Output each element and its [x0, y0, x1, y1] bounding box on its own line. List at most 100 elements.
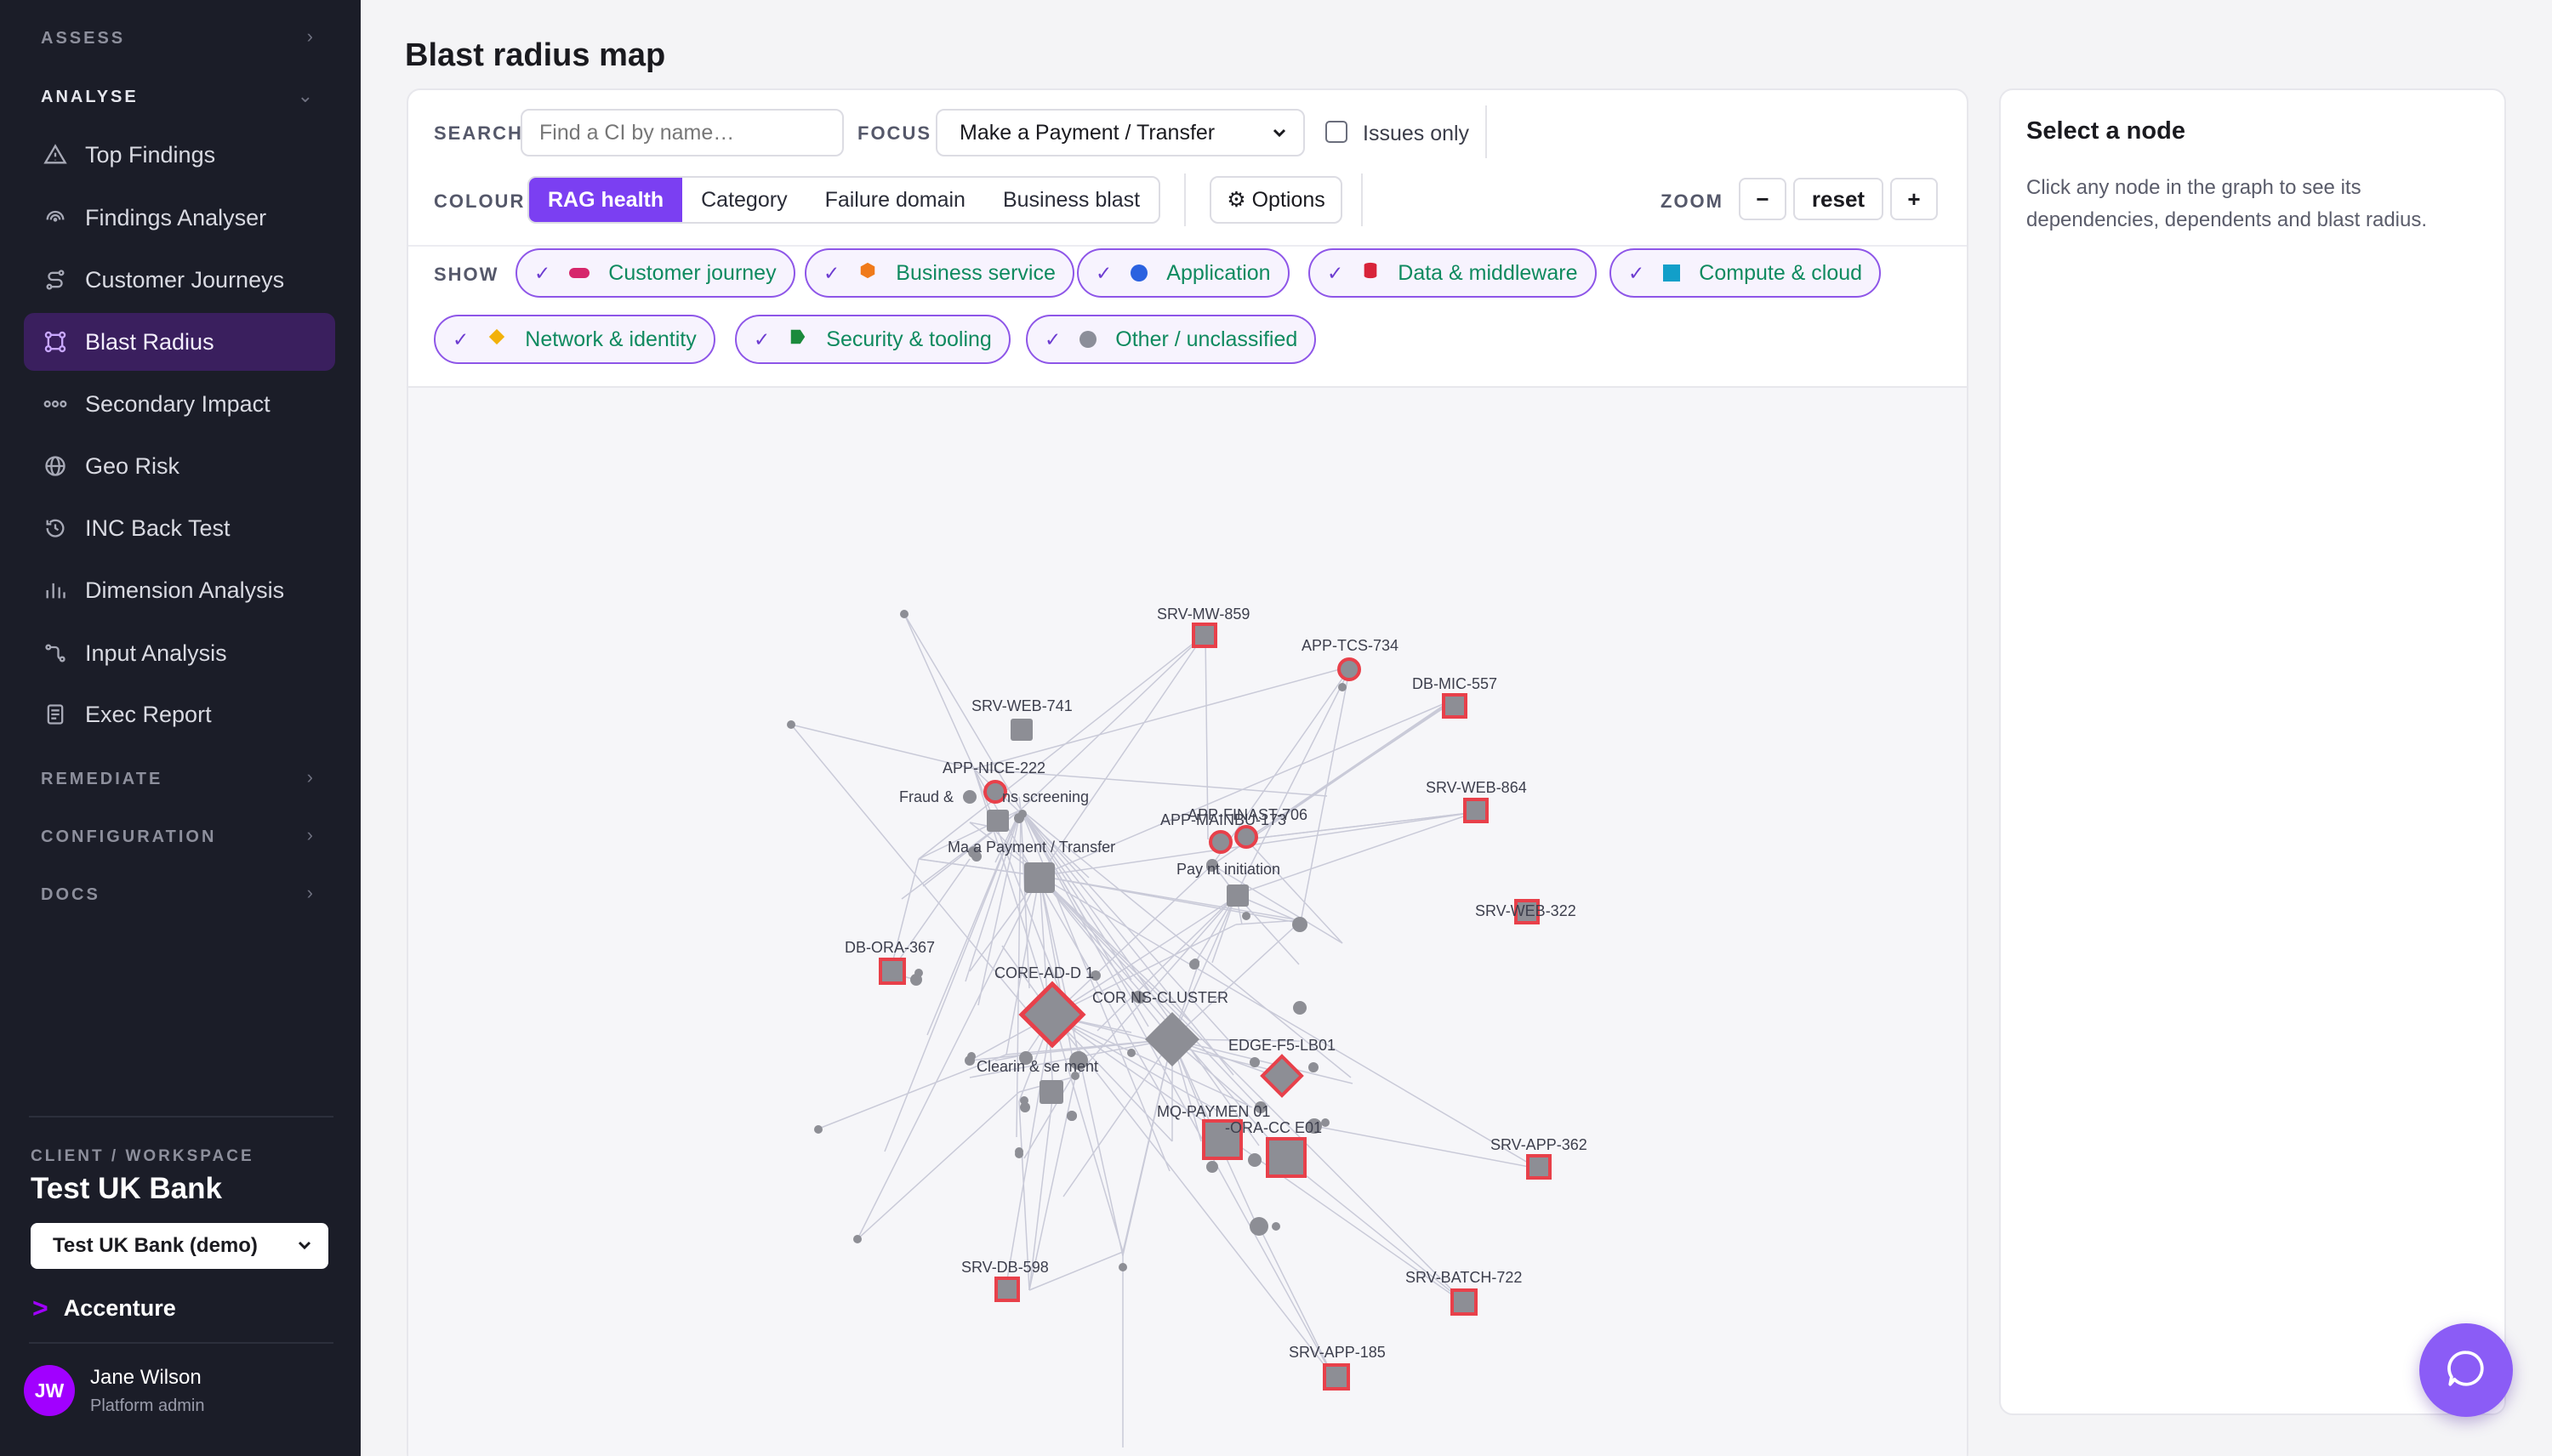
- graph-node: [1308, 1062, 1319, 1072]
- node-label-edge-f5: EDGE-F5-LB01: [1228, 1037, 1336, 1054]
- chevron-right-icon[interactable]: ›: [307, 882, 313, 904]
- sidebar-item-label: Dimension Analysis: [85, 577, 285, 603]
- issues-only-label[interactable]: Issues only: [1363, 122, 1469, 146]
- graph-node: [1018, 810, 1027, 818]
- radar-icon: [43, 205, 68, 230]
- node-label-srv-web-864: SRV-WEB-864: [1426, 779, 1527, 796]
- focus-label: FOCUS: [857, 122, 931, 144]
- node-label-srv-app-362: SRV-APP-362: [1490, 1136, 1587, 1153]
- workspace-label: CLIENT / WORKSPACE: [31, 1147, 254, 1165]
- colour-option-category[interactable]: Category: [682, 178, 806, 222]
- colour-option-business-blast[interactable]: Business blast: [984, 178, 1159, 222]
- search-input[interactable]: Find a CI by name…: [521, 109, 844, 156]
- graph-node: [1272, 1222, 1280, 1231]
- node-label-core-ad: CORE-AD-D 1: [994, 964, 1094, 981]
- issues-only-checkbox[interactable]: [1325, 121, 1347, 143]
- sidebar-item-dimension-analysis[interactable]: Dimension Analysis: [24, 561, 335, 619]
- node-label-app-mainbu: APP-MAINBU-173: [1160, 811, 1286, 828]
- section-docs[interactable]: DOCS: [41, 885, 100, 905]
- colour-option-rag-health[interactable]: RAG health: [529, 178, 683, 222]
- graph-node: [994, 1277, 1020, 1302]
- check-icon: ✓: [1628, 261, 1645, 284]
- options-button[interactable]: ⚙ Options: [1210, 176, 1342, 224]
- node-label-srv-batch-722: SRV-BATCH-722: [1405, 1269, 1522, 1286]
- filter-label: Compute & cloud: [1699, 260, 1863, 285]
- history-clock-icon: [43, 515, 68, 541]
- chevron-down-icon[interactable]: ⌄: [298, 85, 313, 107]
- sidebar-item-label: Top Findings: [85, 141, 216, 168]
- graph-node: [1450, 1288, 1478, 1316]
- chat-button[interactable]: [2419, 1323, 2513, 1417]
- graph-canvas[interactable]: SRV-MW-859 APP-TCS-734 DB-MIC-557 SRV-WE…: [408, 386, 1967, 1456]
- workspace-select[interactable]: Test UK Bank (demo): [31, 1223, 328, 1269]
- zoom-reset-button[interactable]: reset: [1793, 178, 1883, 220]
- search-placeholder: Find a CI by name…: [539, 120, 735, 145]
- section-assess[interactable]: ASSESS: [41, 29, 125, 48]
- graph-node: [900, 610, 909, 618]
- sidebar-item-inc-back-test[interactable]: INC Back Test: [24, 499, 335, 557]
- graph-node: [814, 1125, 823, 1134]
- filter-network-identity[interactable]: ✓ Network & identity: [434, 315, 715, 364]
- graph-node: [1266, 1137, 1307, 1178]
- sidebar-item-top-findings[interactable]: Top Findings: [24, 126, 335, 184]
- sidebar-item-blast-radius[interactable]: Blast Radius: [24, 313, 335, 371]
- focus-select-value: Make a Payment / Transfer: [960, 120, 1216, 145]
- sidebar-item-customer-journeys[interactable]: Customer Journeys: [24, 251, 335, 309]
- warning-triangle-icon: [43, 142, 68, 168]
- node-label-srv-web-322: SRV-WEB-322: [1475, 902, 1576, 919]
- chevron-right-icon[interactable]: ›: [307, 26, 313, 48]
- node-label-mq-payment: MQ-PAYMEN 01: [1157, 1103, 1270, 1120]
- zoom-out-button[interactable]: −: [1739, 178, 1786, 220]
- page-title: Blast radius map: [405, 37, 666, 73]
- database-icon: [1362, 261, 1379, 286]
- sidebar-item-label: Customer Journeys: [85, 266, 285, 293]
- document-icon: [43, 702, 68, 727]
- hexagon-icon: [858, 261, 877, 286]
- filter-customer-journey[interactable]: ✓ Customer journey: [516, 248, 795, 298]
- sidebar-item-label: Secondary Impact: [85, 390, 271, 417]
- chevron-right-icon[interactable]: ›: [307, 766, 313, 788]
- chevron-down-icon: [294, 1235, 315, 1261]
- sidebar-item-findings-analyser[interactable]: Findings Analyser: [24, 189, 335, 247]
- sidebar-item-exec-report[interactable]: Exec Report: [24, 685, 335, 743]
- graph-node: [1323, 1363, 1350, 1391]
- chevron-right-icon[interactable]: ›: [307, 824, 313, 846]
- section-configuration[interactable]: CONFIGURATION: [41, 828, 216, 847]
- node-label-srv-web-741: SRV-WEB-741: [971, 697, 1073, 714]
- filter-application[interactable]: ✓ Application: [1077, 248, 1290, 298]
- graph-node: [1040, 1080, 1063, 1104]
- graph-node: [1206, 1161, 1218, 1173]
- node-label-ora-core: -ORA-CC E01: [1225, 1119, 1322, 1136]
- sidebar-item-input-analysis[interactable]: Input Analysis: [24, 624, 335, 682]
- filter-label: Security & tooling: [826, 327, 992, 351]
- node-label-db-mic-557: DB-MIC-557: [1412, 675, 1497, 692]
- sidebar-item-label: Blast Radius: [85, 328, 214, 355]
- chain-dots-icon: [43, 391, 68, 417]
- graph-node: [1018, 981, 1086, 1049]
- colour-option-failure-domain[interactable]: Failure domain: [806, 178, 984, 222]
- node-details-title: Select a node: [2026, 117, 2185, 145]
- filter-data-middleware[interactable]: ✓ Data & middleware: [1308, 248, 1597, 298]
- filter-compute-cloud[interactable]: ✓ Compute & cloud: [1609, 248, 1882, 298]
- node-label-clearing: Clearin & se ment: [977, 1058, 1098, 1075]
- dependency-graph[interactable]: SRV-MW-859 APP-TCS-734 DB-MIC-557 SRV-WE…: [408, 388, 1967, 1456]
- graph-node: [1442, 693, 1467, 719]
- graph-node: [853, 1235, 862, 1243]
- avatar[interactable]: JW: [24, 1365, 75, 1416]
- customer-journey-icon: [569, 268, 590, 278]
- section-remediate[interactable]: REMEDIATE: [41, 770, 162, 789]
- graph-node: [1250, 1057, 1260, 1067]
- filter-security-tooling[interactable]: ✓ Security & tooling: [735, 315, 1011, 364]
- section-analyse[interactable]: ANALYSE: [41, 88, 139, 107]
- filter-business-service[interactable]: ✓ Business service: [805, 248, 1074, 298]
- filter-other-unclassified[interactable]: ✓ Other / unclassified: [1026, 315, 1317, 364]
- zoom-in-button[interactable]: +: [1890, 178, 1938, 220]
- node-label-fraud: Fraud &: [899, 788, 954, 805]
- circle-icon: [1079, 331, 1097, 348]
- graph-node: [1248, 1153, 1262, 1167]
- sidebar-item-secondary-impact[interactable]: Secondary Impact: [24, 375, 335, 433]
- graph-node: [1463, 798, 1489, 823]
- search-label: SEARCH: [434, 122, 523, 144]
- sidebar-item-geo-risk[interactable]: Geo Risk: [24, 437, 335, 495]
- focus-select[interactable]: Make a Payment / Transfer: [936, 109, 1305, 156]
